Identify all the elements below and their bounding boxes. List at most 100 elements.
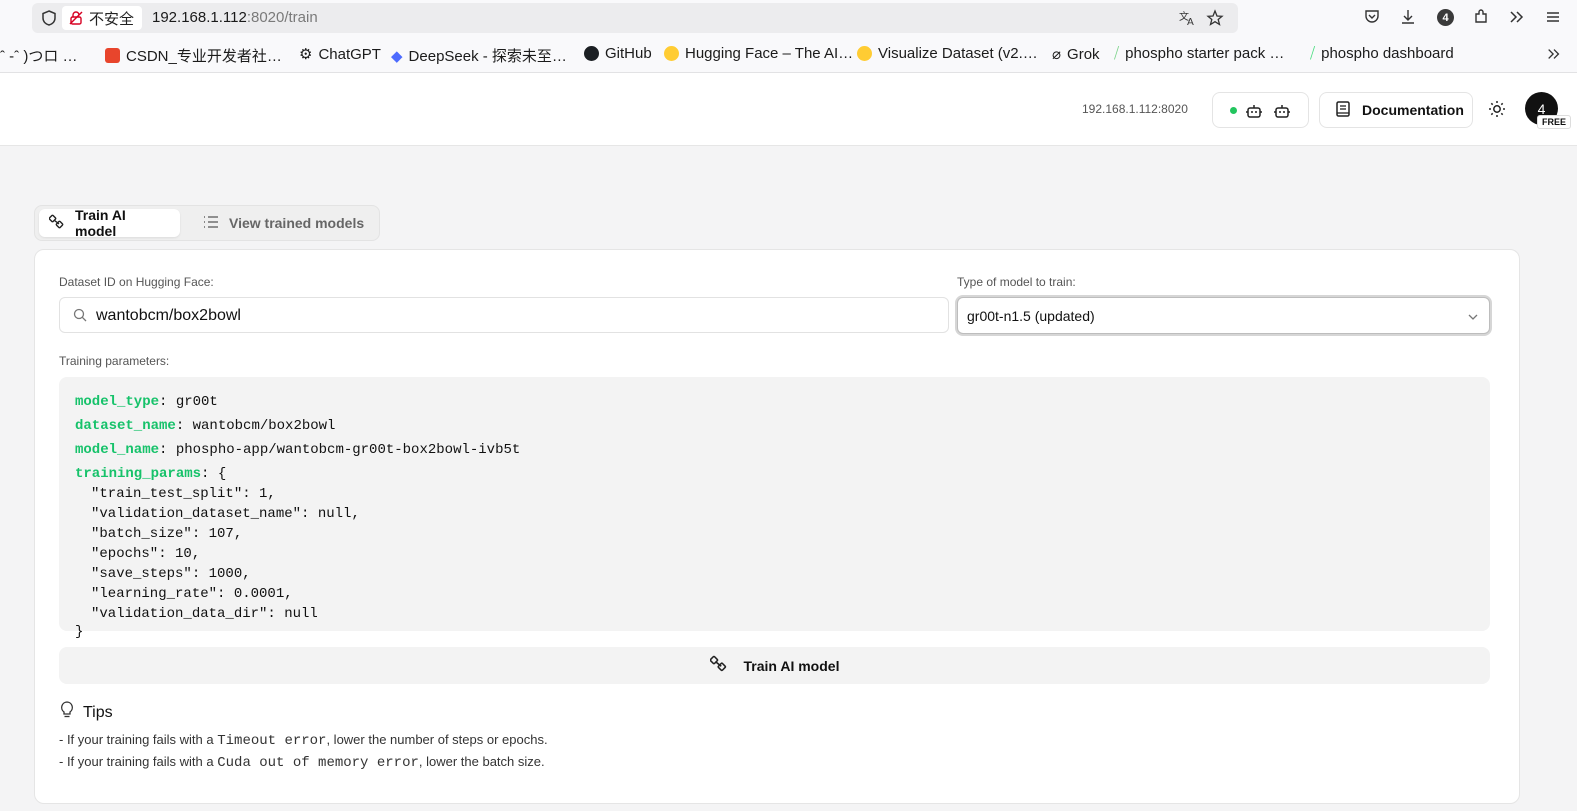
code-line-param: "epochs": 10,	[91, 546, 201, 562]
train-tabs: Train AI model View trained models	[34, 205, 380, 241]
model-type-selected: gr00t-n1.5 (updated)	[967, 308, 1095, 324]
train-ai-model-button[interactable]: Train AI model	[59, 647, 1490, 684]
bookmark-label: ˆ -ˆ )つロ …	[0, 48, 78, 65]
menu-icon[interactable]	[1544, 8, 1562, 31]
bookmark-label: Grok	[1067, 45, 1100, 63]
address-bar[interactable]: 不安全 192.168.1.112:8020/train 文A	[32, 3, 1238, 33]
app-header: 192.168.1.112:8020 Documentation 4 FREE	[0, 73, 1577, 146]
lightbulb-icon	[59, 701, 75, 724]
translate-icon[interactable]: 文A	[1178, 9, 1196, 32]
huggingface-favicon-icon	[664, 46, 679, 61]
bookmark-label: GitHub	[605, 45, 652, 62]
code-value: : phospho-app/wantobcm-gr00t-box2bowl-iv…	[159, 442, 521, 458]
tip-text: , lower the number of steps or epochs.	[326, 732, 548, 747]
book-icon	[1334, 100, 1352, 121]
list-icon	[203, 214, 219, 233]
tips-heading: Tips	[59, 701, 113, 724]
code-key: model_type	[75, 394, 160, 410]
tab-train-ai-model[interactable]: Train AI model	[39, 207, 180, 239]
documentation-button[interactable]: Documentation	[1319, 92, 1473, 128]
bookmarks-overflow-icon[interactable]	[1546, 46, 1562, 67]
server-host: 192.168.1.112:8020	[1082, 102, 1188, 116]
insecure-indicator[interactable]: 不安全	[62, 6, 143, 30]
bookmark-label: phospho starter pack …	[1125, 45, 1285, 62]
overflow-chevrons-icon[interactable]	[1508, 8, 1526, 31]
bookmark-label: DeepSeek - 探索未至…	[408, 48, 567, 65]
training-params-editor[interactable]: model_type: gr00t dataset_name: wantobcm…	[59, 377, 1490, 631]
train-button-label: Train AI model	[743, 657, 840, 674]
extensions-count-badge[interactable]: 4	[1437, 9, 1454, 26]
grok-favicon-icon: ⌀	[1052, 46, 1062, 63]
insecure-label: 不安全	[89, 10, 135, 28]
bookmark-label: CSDN_专业开发者社…	[126, 48, 282, 65]
bookmark-visualize-dataset[interactable]: Visualize Dataset (v2.…	[857, 45, 1038, 62]
bookmark-phospho-starter[interactable]: ⧸ phospho starter pack …	[1114, 45, 1284, 62]
bookmark-label: ChatGPT	[318, 45, 381, 63]
tab-label: Train AI model	[75, 207, 126, 239]
model-type-select[interactable]: gr00t-n1.5 (updated)	[957, 297, 1490, 334]
bookmark-deepseek[interactable]: ◆ DeepSeek - 探索未至…	[391, 45, 567, 66]
url-text: 192.168.1.112:8020/train	[152, 9, 318, 26]
phospho-favicon-icon: ⧸	[1310, 45, 1316, 62]
documentation-label: Documentation	[1362, 102, 1464, 118]
tab-view-trained-models[interactable]: View trained models	[193, 209, 374, 237]
huggingface-favicon-icon	[857, 46, 872, 61]
tip-text: - If your training fails with a	[59, 732, 218, 747]
dataset-id-field[interactable]	[59, 297, 949, 333]
bookmark-label: Hugging Face – The AI…	[685, 45, 854, 62]
deepseek-favicon-icon: ◆	[391, 47, 403, 65]
code-value: : wantobcm/box2bowl	[175, 418, 336, 434]
bookmarks-bar: ˆ -ˆ )つロ … CSDN_专业开发者社… ⚙ ChatGPT ◆ DeepSe…	[0, 36, 1577, 73]
test-tube-icon: ⧸	[1114, 45, 1120, 62]
bookmark-phospho-dashboard[interactable]: ⧸ phospho dashboard	[1310, 45, 1454, 62]
code-value: : gr00t	[159, 394, 218, 410]
code-value: : {	[201, 466, 227, 482]
extensions-icon[interactable]	[1472, 8, 1490, 31]
robot-status-button[interactable]	[1212, 92, 1309, 128]
tip-code: Cuda out of memory error	[217, 755, 419, 771]
theme-toggle-sun-icon[interactable]	[1488, 100, 1506, 123]
bookmark-csdn[interactable]: CSDN_专业开发者社…	[105, 45, 282, 66]
code-line-param: "save_steps": 1000,	[91, 566, 251, 582]
github-favicon-icon	[584, 46, 599, 61]
training-params-label: Training parameters:	[59, 354, 170, 368]
code-line-training-params: training_params: {	[75, 466, 226, 482]
code-key: training_params	[75, 466, 202, 482]
code-line-param: "validation_dataset_name": null,	[91, 506, 360, 522]
code-line-param: "validation_data_dir": null	[91, 606, 318, 622]
search-icon	[73, 308, 87, 327]
code-closing-brace: }	[75, 624, 84, 640]
code-line-model-name: model_name: phospho-app/wantobcm-gr00t-b…	[75, 442, 520, 458]
tip-timeout: - If your training fails with a Timeout …	[59, 732, 548, 749]
bookmark-grok[interactable]: ⌀ Grok	[1052, 45, 1100, 64]
bookmark-star-icon[interactable]	[1206, 9, 1224, 32]
robot-icon	[1273, 102, 1291, 125]
bookmark-item[interactable]: ˆ -ˆ )つロ …	[0, 45, 77, 66]
url-path: :8020/train	[246, 9, 318, 26]
bookmark-label: Visualize Dataset (v2.…	[878, 45, 1038, 62]
tip-code: Timeout error	[217, 733, 327, 749]
pocket-icon[interactable]	[1363, 8, 1381, 31]
train-form-card: Dataset ID on Hugging Face: Type of mode…	[34, 249, 1520, 804]
code-line-param: "learning_rate": 0.0001,	[91, 586, 293, 602]
code-line-model-type: model_type: gr00t	[75, 394, 218, 410]
chevron-down-icon	[1467, 310, 1479, 328]
shield-icon[interactable]	[40, 9, 58, 32]
robot-icon	[1245, 102, 1263, 125]
download-icon[interactable]	[1399, 8, 1417, 31]
model-type-label: Type of model to train:	[957, 275, 1076, 289]
code-key: dataset_name	[75, 418, 176, 434]
plan-badge: FREE	[1537, 115, 1572, 129]
browser-toolbar: 不安全 192.168.1.112:8020/train 文A 4	[0, 0, 1577, 36]
code-line-dataset-name: dataset_name: wantobcm/box2bowl	[75, 418, 335, 434]
dataset-id-label: Dataset ID on Hugging Face:	[59, 275, 214, 289]
tip-text: - If your training fails with a	[59, 754, 218, 769]
dataset-id-input[interactable]	[96, 305, 936, 327]
unlocked-icon	[69, 11, 83, 25]
bookmark-huggingface[interactable]: Hugging Face – The AI…	[664, 45, 853, 62]
code-line-param: "train_test_split": 1,	[91, 486, 276, 502]
code-key: model_name	[75, 442, 160, 458]
bookmark-github[interactable]: GitHub	[584, 45, 652, 62]
bookmark-chatgpt[interactable]: ⚙ ChatGPT	[299, 45, 381, 64]
chatgpt-favicon-icon: ⚙	[299, 46, 313, 63]
